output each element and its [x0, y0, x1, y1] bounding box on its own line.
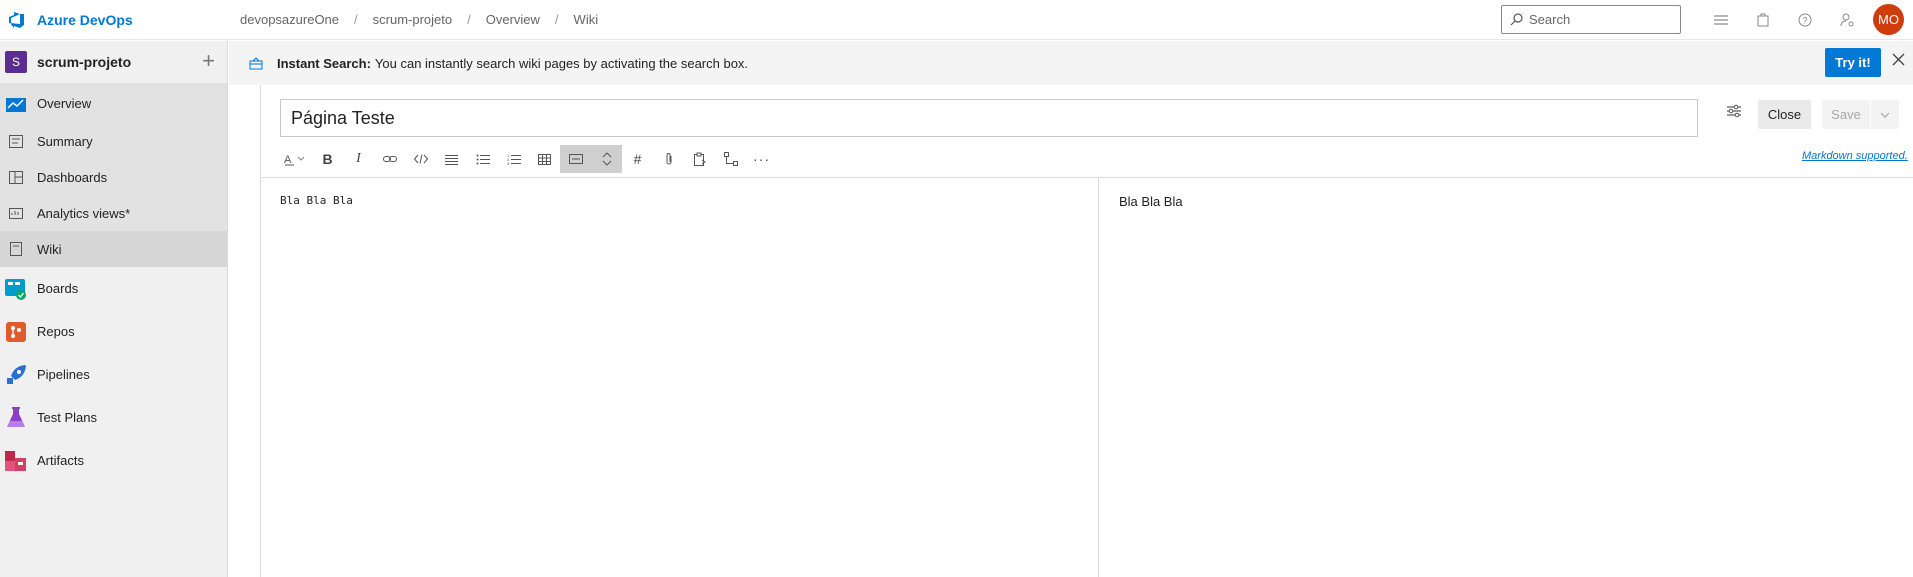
- svg-text:?: ?: [1802, 16, 1807, 26]
- user-settings-icon[interactable]: [1826, 0, 1868, 40]
- breadcrumb-organization[interactable]: devopsazureOne: [240, 12, 339, 27]
- formatting-toolbar: A B I 123 # ···: [280, 145, 777, 173]
- list-icon[interactable]: [1700, 0, 1742, 40]
- table-icon[interactable]: [529, 145, 560, 173]
- sidebar-item-label: Boards: [37, 281, 79, 296]
- sidebar-item-label: Repos: [37, 324, 75, 339]
- breadcrumb-section[interactable]: Overview: [486, 12, 540, 27]
- analytics-icon: [5, 202, 27, 224]
- sidebar-item-test-plans[interactable]: Test Plans: [0, 396, 227, 439]
- project-header[interactable]: S scrum-projeto +: [0, 41, 227, 83]
- add-icon[interactable]: +: [202, 50, 215, 72]
- help-icon[interactable]: ?: [1784, 0, 1826, 40]
- sidebar-item-label: Test Plans: [37, 410, 97, 425]
- search-input[interactable]: Search: [1501, 5, 1681, 34]
- close-icon[interactable]: [1892, 53, 1905, 66]
- settings-sliders-icon[interactable]: [1727, 104, 1741, 118]
- sidebar-item-label: Wiki: [37, 241, 62, 257]
- banner-title: Instant Search:: [277, 55, 371, 71]
- gift-icon: [249, 57, 263, 70]
- azure-devops-logo-icon: [9, 11, 24, 28]
- sidebar-item-label: Overview: [37, 95, 92, 111]
- breadcrumb-separator: /: [467, 12, 471, 27]
- svg-text:3: 3: [507, 161, 510, 165]
- sidebar-item-wiki[interactable]: Wiki: [0, 231, 227, 267]
- try-it-button[interactable]: Try it!: [1825, 48, 1881, 77]
- quote-list-icon[interactable]: [436, 145, 467, 173]
- overview-icon: [5, 92, 27, 114]
- sidebar-item-label: Analytics views*: [37, 205, 131, 221]
- artifacts-icon: [5, 450, 27, 472]
- breadcrumb-project[interactable]: scrum-projeto: [373, 12, 452, 27]
- brand[interactable]: Azure DevOps: [0, 0, 240, 40]
- sidebar-item-overview[interactable]: Overview: [0, 83, 227, 123]
- markdown-supported-link[interactable]: Markdown supported.: [1802, 150, 1908, 162]
- repos-icon: [5, 321, 27, 343]
- save-dropdown-button[interactable]: [1871, 100, 1899, 129]
- sidebar-item-label: Summary: [37, 133, 93, 149]
- dashboards-icon: [5, 166, 27, 188]
- project-name: scrum-projeto: [37, 54, 132, 70]
- avatar[interactable]: MO: [1873, 4, 1904, 35]
- breadcrumb-separator: /: [554, 12, 559, 27]
- code-icon[interactable]: [405, 145, 436, 173]
- insert-query-icon[interactable]: [684, 145, 715, 173]
- mermaid-diagram-icon[interactable]: [715, 145, 746, 173]
- sidebar-item-repos[interactable]: Repos: [0, 310, 227, 353]
- sidebar-item-artifacts[interactable]: Artifacts: [0, 439, 227, 482]
- close-button[interactable]: Close: [1758, 100, 1811, 129]
- top-header: Azure DevOps devopsazureOne / scrum-proj…: [0, 0, 1913, 40]
- toggle-preview-icon[interactable]: [560, 145, 591, 173]
- italic-icon[interactable]: I: [343, 145, 374, 173]
- markdown-preview-pane: Bla Bla Bla: [1098, 178, 1913, 577]
- shopping-bag-icon[interactable]: [1742, 0, 1784, 40]
- top-icons: ?: [1700, 0, 1868, 40]
- bulleted-list-icon[interactable]: [467, 145, 498, 173]
- sidebar-item-dashboards[interactable]: Dashboards: [0, 159, 227, 195]
- instant-search-banner: Instant Search: You can instantly search…: [229, 41, 1913, 85]
- toggle-fullscreen-icon[interactable]: [591, 145, 622, 173]
- test-plans-icon: [5, 406, 27, 429]
- attachment-icon[interactable]: [653, 145, 684, 173]
- breadcrumb-page[interactable]: Wiki: [574, 12, 599, 27]
- sidebar-item-label: Artifacts: [37, 453, 84, 468]
- wiki-editor: Página Teste Close Save A B I 123 # ··· …: [260, 85, 1913, 577]
- pipelines-icon: [5, 364, 27, 386]
- summary-icon: [5, 130, 27, 152]
- chevron-down-icon: [1880, 112, 1890, 118]
- markdown-source-text[interactable]: Bla Bla Bla: [280, 194, 353, 207]
- markdown-source-pane[interactable]: Bla Bla Bla: [261, 178, 1098, 577]
- breadcrumb: devopsazureOne / scrum-projeto / Overvie…: [240, 0, 598, 40]
- page-title-input[interactable]: Página Teste: [280, 99, 1698, 137]
- heading-format-icon[interactable]: A: [280, 145, 312, 173]
- bold-icon[interactable]: B: [312, 145, 343, 173]
- more-options-icon[interactable]: ···: [746, 145, 777, 173]
- boards-icon: [5, 278, 27, 300]
- breadcrumb-separator: /: [354, 12, 358, 27]
- sidebar: S scrum-projeto + Overview Summary Dashb…: [0, 41, 228, 577]
- search-icon: [1510, 13, 1523, 26]
- sidebar-item-analytics-views[interactable]: Analytics views*: [0, 195, 227, 231]
- sidebar-item-pipelines[interactable]: Pipelines: [0, 353, 227, 396]
- markdown-preview-text: Bla Bla Bla: [1119, 194, 1183, 209]
- link-icon[interactable]: [374, 145, 405, 173]
- wiki-icon: [5, 238, 27, 260]
- save-button[interactable]: Save: [1822, 100, 1870, 129]
- sidebar-item-label: Pipelines: [37, 367, 90, 382]
- svg-text:A: A: [284, 154, 292, 166]
- search-placeholder: Search: [1529, 12, 1571, 27]
- banner-text: You can instantly search wiki pages by a…: [374, 55, 749, 71]
- sidebar-item-summary[interactable]: Summary: [0, 123, 227, 159]
- numbered-list-icon[interactable]: 123: [498, 145, 529, 173]
- project-badge: S: [5, 51, 27, 73]
- sidebar-item-boards[interactable]: Boards: [0, 267, 227, 310]
- sidebar-item-label: Dashboards: [37, 169, 108, 185]
- brand-name: Azure DevOps: [37, 11, 133, 28]
- hashtag-icon[interactable]: #: [622, 145, 653, 173]
